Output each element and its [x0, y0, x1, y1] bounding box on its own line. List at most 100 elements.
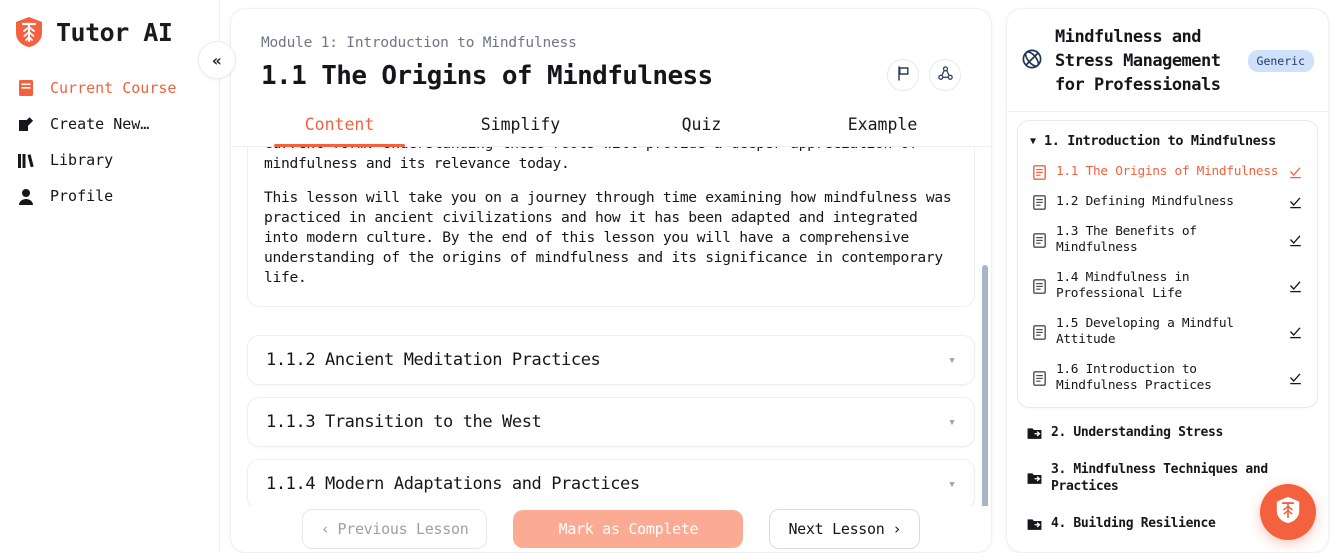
tab-label: Simplify	[480, 115, 561, 134]
folder-arrow-icon	[1027, 517, 1042, 531]
previous-lesson-label: Previous Lesson	[337, 520, 469, 538]
module-group-1: ▼ 1. Introduction to Mindfulness 1.1 The…	[1017, 120, 1318, 408]
lesson-paragraph: This lesson will take you on a journey t…	[264, 189, 952, 286]
folder-arrow-icon	[1027, 471, 1042, 485]
section-title: 1.1.2 Ancient Meditation Practices	[266, 350, 601, 370]
chevron-right-icon: ›	[892, 520, 902, 538]
sidebar-item-profile[interactable]: Profile	[0, 178, 219, 214]
outline-lesson-1-3[interactable]: 1.3 The Benefits of Mindfulness	[1026, 217, 1309, 263]
assistant-fab-button[interactable]	[1260, 484, 1316, 540]
tab-label: Quiz	[681, 115, 722, 134]
lesson-header: Module 1: Introduction to Mindfulness 1.…	[231, 9, 991, 91]
course-header: Mindfulness and Stress Management for Pr…	[1007, 9, 1328, 112]
flag-icon	[896, 65, 910, 85]
tab-label: Content	[304, 115, 375, 134]
content-scrollbar-thumb[interactable]	[982, 265, 988, 531]
lesson-intro-card: current form. Understanding these roots …	[247, 147, 975, 307]
caret-down-icon: ▼	[1030, 135, 1037, 147]
next-lesson-label: Next Lesson	[788, 520, 885, 538]
share-button[interactable]	[929, 59, 961, 91]
acorn-shield-logo-icon	[14, 16, 44, 48]
left-sidebar: Tutor AI « Current Course Create New… Li…	[0, 0, 236, 553]
lesson-panel-wrapper: Module 1: Introduction to Mindfulness 1.…	[220, 0, 1000, 553]
chevron-down-icon: ▾	[948, 476, 956, 492]
section-accordion-1-1-3[interactable]: 1.1.3 Transition to the West ▾	[247, 397, 975, 447]
chevron-double-left-icon: «	[212, 50, 222, 70]
sidebar-collapse-button[interactable]: «	[198, 41, 236, 79]
outline-lesson-1-1[interactable]: 1.1 The Origins of Mindfulness	[1026, 157, 1309, 187]
person-icon	[16, 186, 36, 206]
previous-lesson-button[interactable]: ‹ Previous Lesson	[301, 509, 488, 549]
check-underline-icon[interactable]	[1288, 372, 1303, 385]
module-header-1[interactable]: ▼ 1. Introduction to Mindfulness	[1026, 129, 1309, 157]
pencil-square-icon	[16, 114, 36, 134]
brand: Tutor AI	[0, 0, 219, 52]
folder-arrow-icon	[1027, 426, 1042, 440]
outline-lesson-1-5[interactable]: 1.5 Developing a Mindful Attitude	[1026, 309, 1309, 355]
outline-lesson-1-2[interactable]: 1.2 Defining Mindfulness	[1026, 187, 1309, 217]
outline-lesson-1-4[interactable]: 1.4 Mindfulness in Professional Life	[1026, 263, 1309, 309]
chevron-down-icon: ▾	[948, 414, 956, 430]
sidebar-item-create-new[interactable]: Create New…	[0, 106, 219, 142]
tab-label: Example	[847, 115, 918, 134]
document-icon	[1032, 164, 1047, 180]
sidebar-nav: Current Course Create New… Library Profi…	[0, 70, 219, 214]
outline-lesson-label: 1.4 Mindfulness in Professional Life	[1056, 270, 1190, 301]
document-icon	[1032, 194, 1047, 210]
check-underline-icon[interactable]	[1288, 234, 1303, 247]
mark-as-complete-label: Mark as Complete	[558, 520, 699, 538]
sidebar-item-label: Create New…	[50, 115, 150, 133]
module-header-2[interactable]: 2. Understanding Stress	[1017, 414, 1318, 451]
check-underline-icon[interactable]	[1288, 326, 1303, 339]
lesson-footer-nav: ‹ Previous Lesson Mark as Complete Next …	[231, 506, 991, 552]
next-lesson-button[interactable]: Next Lesson ›	[769, 509, 921, 549]
section-title: 1.1.3 Transition to the West	[266, 412, 542, 432]
outline-lesson-label: 1.5 Developing a Mindful Attitude	[1056, 316, 1234, 347]
tab-example[interactable]: Example	[792, 105, 973, 146]
status-badge: Generic	[1247, 50, 1314, 72]
share-nodes-icon	[937, 65, 953, 85]
document-icon	[1032, 324, 1047, 340]
sidebar-item-library[interactable]: Library	[0, 142, 219, 178]
outline-lesson-label: 1.6 Introduction to Mindfulness Practice…	[1056, 362, 1212, 393]
lesson-paragraph: current form. Understanding these roots …	[264, 147, 918, 172]
check-underline-icon[interactable]	[1288, 196, 1303, 209]
section-accordion-1-1-2[interactable]: 1.1.2 Ancient Meditation Practices ▾	[247, 335, 975, 385]
lesson-header-actions	[887, 35, 961, 91]
course-outline-panel: Mindfulness and Stress Management for Pr…	[1006, 8, 1329, 553]
module-breadcrumb: Module 1: Introduction to Mindfulness	[261, 35, 577, 51]
check-underline-icon[interactable]	[1288, 166, 1303, 179]
section-accordion-1-1-4[interactable]: 1.1.4 Modern Adaptations and Practices ▾	[247, 459, 975, 509]
module-title: 1. Introduction to Mindfulness	[1044, 133, 1276, 149]
sidebar-item-current-course[interactable]: Current Course	[0, 70, 219, 106]
section-title: 1.1.4 Modern Adaptations and Practices	[266, 474, 640, 494]
lesson-content-scroll[interactable]: current form. Understanding these roots …	[231, 147, 991, 552]
outline-lesson-1-6[interactable]: 1.6 Introduction to Mindfulness Practice…	[1026, 355, 1309, 401]
app-root: Tutor AI « Current Course Create New… Li…	[0, 0, 1337, 553]
tab-quiz[interactable]: Quiz	[611, 105, 792, 146]
tab-simplify[interactable]: Simplify	[430, 105, 611, 146]
chevron-left-icon: ‹	[320, 520, 330, 538]
flag-button[interactable]	[887, 59, 919, 91]
lesson-tabs: Content Simplify Quiz Example	[231, 105, 991, 147]
acorn-shield-logo-icon	[1274, 495, 1302, 529]
books-icon	[16, 150, 36, 170]
book-icon	[16, 78, 36, 98]
module-title: 2. Understanding Stress	[1051, 425, 1223, 440]
check-underline-icon[interactable]	[1288, 280, 1303, 293]
globe-icon	[1021, 48, 1043, 74]
document-icon	[1032, 232, 1047, 248]
sidebar-item-label: Library	[50, 151, 114, 169]
sidebar-item-label: Profile	[50, 187, 114, 205]
page-title: 1.1 The Origins of Mindfulness	[261, 61, 713, 91]
outline-lesson-label: 1.2 Defining Mindfulness	[1056, 194, 1234, 209]
mark-as-complete-button[interactable]: Mark as Complete	[513, 510, 744, 548]
tab-content[interactable]: Content	[249, 105, 430, 147]
document-icon	[1032, 278, 1047, 294]
module-header-5[interactable]: 5. Mindfulness in Communication	[1017, 542, 1318, 552]
module-title: 4. Building Resilience	[1051, 516, 1216, 531]
outline-lesson-label: 1.3 The Benefits of Mindfulness	[1056, 224, 1197, 255]
sidebar-item-label: Current Course	[50, 79, 177, 97]
course-title: Mindfulness and Stress Management for Pr…	[1055, 27, 1221, 95]
brand-name: Tutor AI	[56, 17, 173, 47]
